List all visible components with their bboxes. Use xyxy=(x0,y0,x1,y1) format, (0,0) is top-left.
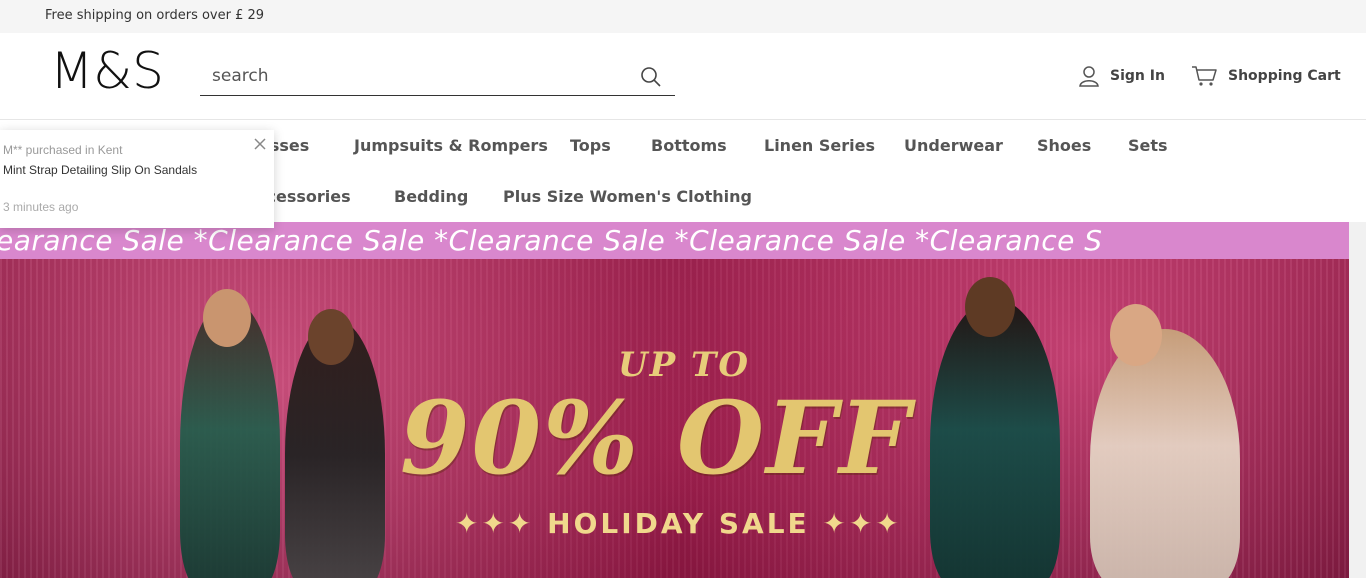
close-icon[interactable] xyxy=(252,136,268,152)
nav-item-shoes[interactable]: Shoes xyxy=(1037,136,1091,155)
hero-banner[interactable]: earance Sale *Clearance Sale *Clearance … xyxy=(0,222,1349,578)
hero-image: UP TO 90% OFF ✦✦✦ HOLIDAY SALE ✦✦✦ xyxy=(0,259,1349,578)
notification-time: 3 minutes ago xyxy=(3,200,79,214)
holiday-sale-text: ✦✦✦ HOLIDAY SALE ✦✦✦ xyxy=(455,507,902,540)
nav-item-linen-series[interactable]: Linen Series xyxy=(764,136,875,155)
model-head xyxy=(308,309,354,365)
shopping-cart-label: Shopping Cart xyxy=(1228,68,1341,84)
marquee-text: earance Sale *Clearance Sale *Clearance … xyxy=(0,224,1103,257)
notification-product-link[interactable]: Mint Strap Detailing Slip On Sandals xyxy=(3,163,197,177)
nav-item-plus-size[interactable]: Plus Size Women's Clothing xyxy=(503,187,752,206)
site-header: M&S Sign In Shopping Cart xyxy=(0,33,1366,120)
model-head xyxy=(965,277,1015,337)
site-logo[interactable]: M&S xyxy=(50,44,164,98)
purchase-notification-popup[interactable]: M** purchased in Kent Mint Strap Detaili… xyxy=(0,130,274,228)
shopping-cart-link[interactable]: Shopping Cart xyxy=(1191,63,1341,89)
search-input[interactable] xyxy=(200,59,620,93)
free-shipping-text: Free shipping on orders over £ 29 xyxy=(45,8,265,23)
sign-in-link[interactable]: Sign In xyxy=(1078,63,1165,89)
nav-item-tops[interactable]: Tops xyxy=(570,136,611,155)
cart-icon xyxy=(1192,66,1217,86)
model-head xyxy=(1110,304,1162,366)
page-scrollbar[interactable] xyxy=(1349,222,1366,578)
nav-item-bottoms[interactable]: Bottoms xyxy=(651,136,727,155)
sign-in-label: Sign In xyxy=(1110,68,1165,84)
search-bar xyxy=(200,59,675,96)
notification-buyer-text: M** purchased in Kent xyxy=(3,143,123,157)
model-figure-right-1 xyxy=(930,299,1060,578)
nav-item-underwear[interactable]: Underwear xyxy=(904,136,1003,155)
model-figure-right-2 xyxy=(1090,329,1240,578)
model-head xyxy=(203,289,251,347)
search-icon[interactable] xyxy=(639,65,663,89)
top-announcement-bar: Free shipping on orders over £ 29 xyxy=(0,0,1366,33)
user-icon xyxy=(1079,66,1099,87)
nav-item-sets[interactable]: Sets xyxy=(1128,136,1168,155)
nav-item-bedding[interactable]: Bedding xyxy=(394,187,468,206)
discount-headline: 90% OFF xyxy=(400,379,913,497)
nav-item-jumpsuits-rompers[interactable]: Jumpsuits & Rompers xyxy=(354,136,548,155)
